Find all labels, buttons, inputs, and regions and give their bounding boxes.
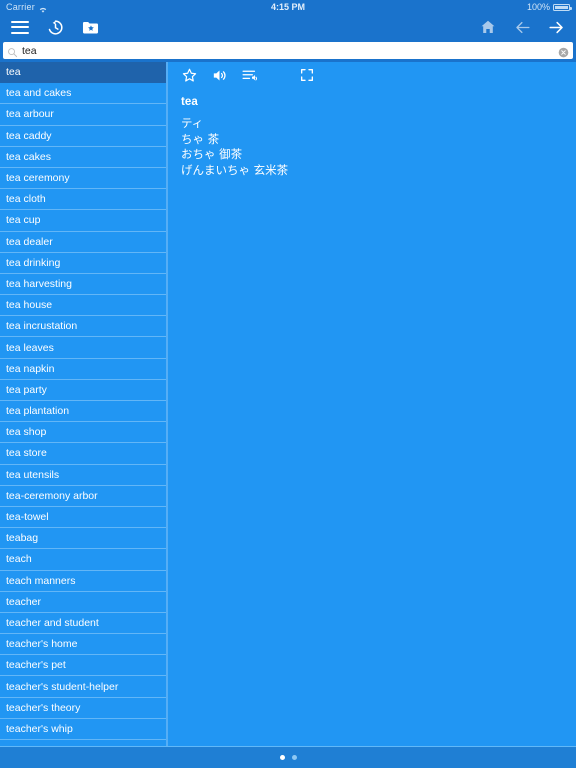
list-item[interactable]: tea utensils: [0, 465, 166, 486]
battery-full-icon: [553, 3, 572, 11]
list-item[interactable]: tea-towel: [0, 507, 166, 529]
list-item[interactable]: teacher: [0, 592, 166, 613]
list-item[interactable]: tea napkin: [0, 359, 166, 380]
battery-percent-label: 100%: [526, 2, 550, 12]
favorites-folder-star-icon[interactable]: [80, 17, 100, 37]
list-item[interactable]: tea incrustation: [0, 316, 166, 338]
status-right-group: 100%: [526, 0, 572, 14]
page-dot[interactable]: [279, 755, 285, 760]
entry-translations: ティ ちゃ 茶おちゃ 御茶 げんまいちゃ 玄米茶: [181, 116, 564, 178]
list-item[interactable]: teacher's pet: [0, 655, 166, 677]
top-navigation-bar: [0, 14, 576, 40]
list-item[interactable]: tea caddy: [0, 126, 166, 147]
entry-toolbar: [168, 62, 576, 88]
arrow-right-icon[interactable]: [546, 17, 566, 37]
list-item[interactable]: tea dealer: [0, 232, 166, 253]
status-clock: 4:15 PM: [270, 2, 305, 12]
list-item[interactable]: tea party: [0, 380, 166, 401]
clear-circle-x-icon[interactable]: [558, 45, 569, 58]
translation-line: ちゃ 茶: [181, 131, 220, 146]
list-speaker-icon[interactable]: [239, 65, 259, 85]
list-item[interactable]: tea drinking: [0, 253, 166, 274]
list-item[interactable]: tea leaves: [0, 337, 166, 359]
list-item[interactable]: tea-ceremony arbor: [0, 486, 166, 507]
list-item[interactable]: tea: [0, 62, 166, 84]
list-item[interactable]: teacher's theory: [0, 698, 166, 719]
list-item[interactable]: tea ceremony: [0, 168, 166, 190]
translation-line: げんまいちゃ 玄米茶: [181, 162, 289, 177]
list-item[interactable]: tea cakes: [0, 147, 166, 168]
list-item[interactable]: tea cup: [0, 210, 166, 232]
page-indicator-bar: [0, 746, 576, 768]
list-item[interactable]: tea store: [0, 443, 166, 465]
list-item[interactable]: tea house: [0, 295, 166, 317]
main-content: tea tea and cakes tea arbour tea caddy tea c…: [0, 62, 576, 746]
hamburger-menu-icon[interactable]: [10, 17, 30, 37]
translation-line: ティ: [181, 116, 204, 130]
page-dot[interactable]: [291, 755, 297, 760]
arrow-left-icon[interactable]: [512, 17, 532, 37]
list-item[interactable]: teacher's whip: [0, 719, 166, 740]
entry-body: tea ティ ちゃ 茶おちゃ 御茶 げんまいちゃ 玄米茶: [168, 88, 576, 178]
app-root: Carrier 4:15 PM 100% tea tea tea and cak…: [0, 0, 576, 768]
list-item[interactable]: tea harvesting: [0, 274, 166, 296]
list-item[interactable]: tea cloth: [0, 189, 166, 211]
list-item[interactable]: tea and cakes: [0, 83, 166, 105]
home-icon[interactable]: [478, 17, 498, 37]
list-item[interactable]: teacher's student-helper: [0, 676, 166, 698]
translation-line: おちゃ 御茶: [181, 147, 243, 161]
list-item[interactable]: teabag: [0, 528, 166, 550]
search-magnifier-icon: [7, 45, 18, 58]
list-item[interactable]: tea shop: [0, 422, 166, 444]
list-item[interactable]: teacher and student: [0, 613, 166, 635]
nav-left-group: [10, 17, 100, 37]
list-item[interactable]: teacher's home: [0, 634, 166, 656]
nav-right-group: [478, 17, 566, 37]
list-item[interactable]: tea plantation: [0, 401, 166, 423]
fullscreen-expand-icon[interactable]: [297, 65, 317, 85]
search-bar-container: [0, 40, 576, 62]
search-results-list[interactable]: tea tea and cakes tea arbour tea caddy tea c…: [0, 62, 168, 746]
entry-headword: tea: [181, 96, 198, 108]
star-outline-icon[interactable]: [179, 65, 199, 85]
entry-detail-panel: tea ティ ちゃ 茶おちゃ 御茶 げんまいちゃ 玄米茶: [168, 62, 576, 746]
list-item[interactable]: teach: [0, 549, 166, 571]
ios-status-bar: Carrier 4:15 PM 100%: [0, 0, 576, 14]
search-input[interactable]: [18, 43, 558, 58]
history-clock-icon[interactable]: [45, 17, 65, 37]
speaker-sound-icon[interactable]: [209, 65, 229, 85]
search-bar[interactable]: [3, 42, 573, 59]
list-item[interactable]: tea arbour: [0, 104, 166, 126]
list-item[interactable]: teach manners: [0, 571, 166, 592]
